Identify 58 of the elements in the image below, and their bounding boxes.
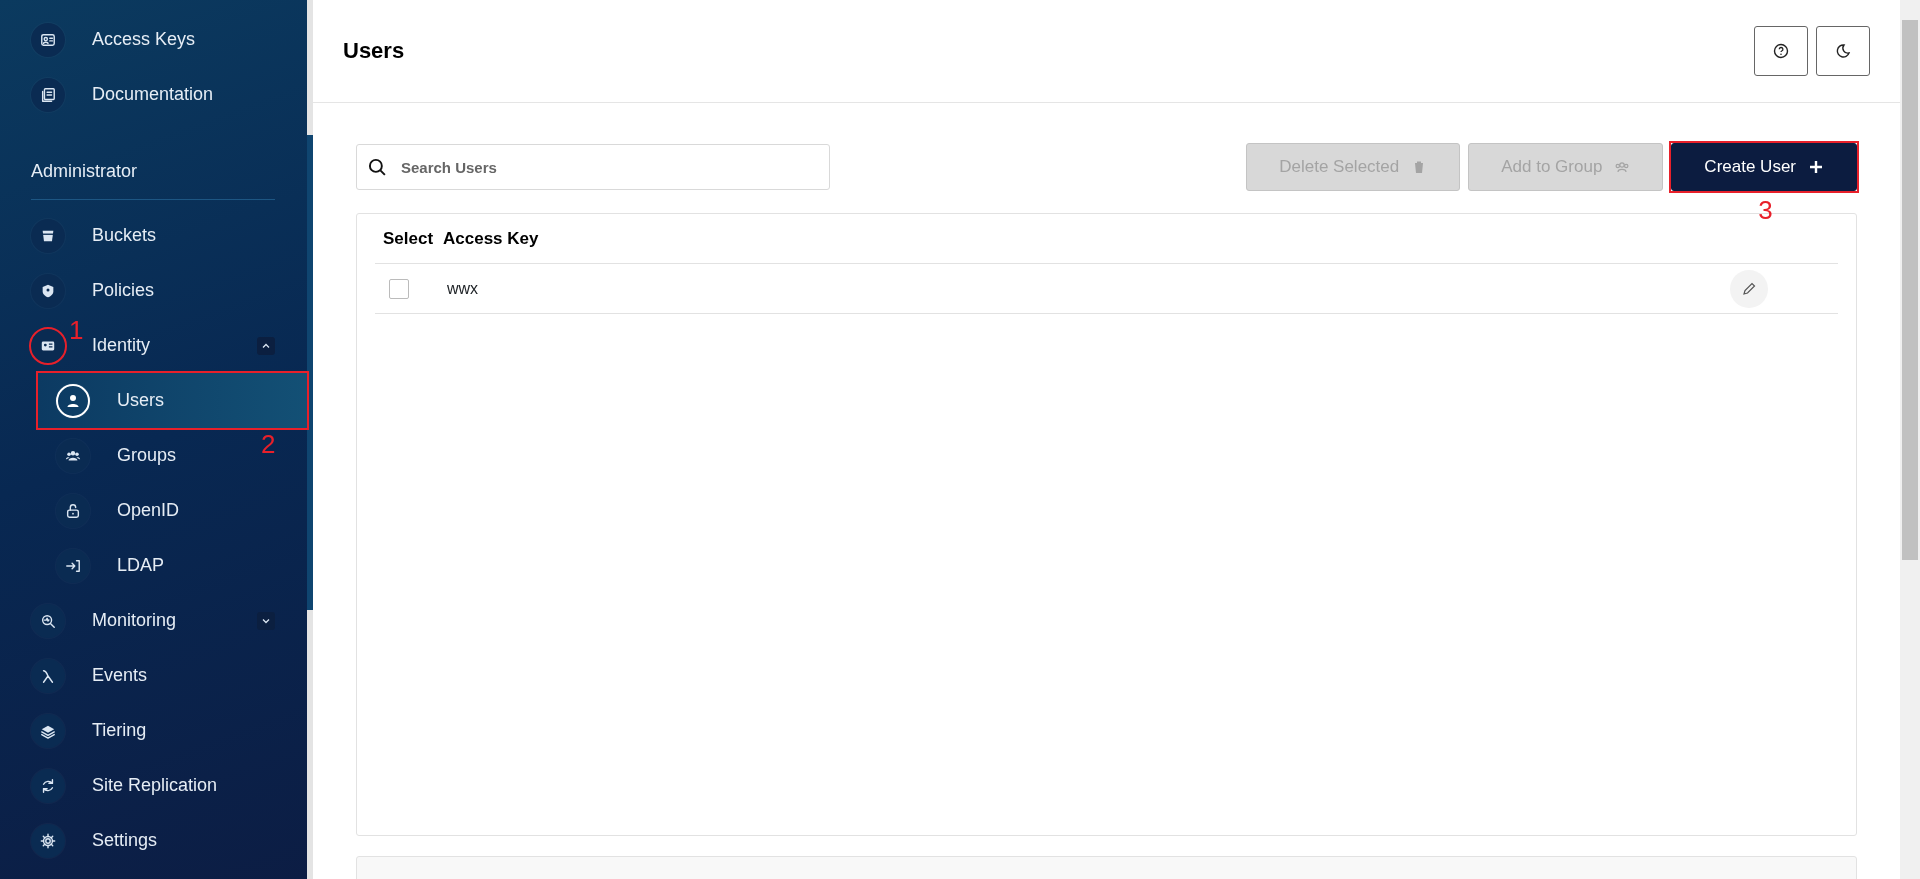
id-card-icon (40, 31, 56, 48)
padlock-icon (65, 502, 81, 519)
sidebar-label: Buckets (92, 224, 157, 247)
sidebar-label: Tiering (92, 719, 147, 742)
settings-icon (40, 832, 56, 849)
sidebar-item[interactable]: LDAP (0, 538, 307, 593)
sidebar-item[interactable]: Monitoring (0, 593, 307, 648)
edit-button[interactable] (1730, 269, 1768, 308)
plus-icon (1808, 159, 1824, 175)
help-button[interactable] (1754, 26, 1808, 76)
create-user-button[interactable]: Create User (1671, 143, 1857, 191)
annotation-number: 1 (69, 316, 84, 343)
chevron-up-icon[interactable] (257, 336, 275, 355)
sidebar-label: Groups (117, 444, 177, 467)
sidebar-label: Documentation (92, 83, 214, 106)
sidebar-item[interactable]: Policies (0, 263, 307, 318)
sidebar-label: Monitoring (92, 609, 177, 632)
chevron-down-icon[interactable] (257, 611, 275, 630)
people-icon (1614, 159, 1631, 175)
column-header: Select (382, 227, 435, 250)
sidebar-label: Settings (92, 829, 158, 852)
page-title: Users (343, 37, 405, 65)
sidebar-label: LDAP (117, 554, 165, 577)
sidebar-label: Identity (92, 334, 151, 357)
scrollbar[interactable] (1900, 0, 1920, 879)
magnifier-icon (40, 612, 56, 629)
checkbox[interactable] (389, 278, 409, 299)
theme-toggle-button[interactable] (1816, 26, 1870, 76)
lambda-icon (40, 667, 56, 684)
moon-icon (1835, 43, 1851, 59)
sidebar-label: OpenID (117, 499, 180, 522)
sync-icon (40, 777, 56, 794)
sidebar-label: Events (92, 664, 148, 687)
sidebar-item[interactable]: Settings (0, 813, 307, 868)
sidebar-item[interactable]: Site Replication (0, 758, 307, 813)
sidebar-item[interactable]: Documentation (0, 67, 307, 122)
search-field[interactable]: Search Users (356, 144, 830, 190)
sidebar-label: Policies (92, 279, 155, 302)
login-icon (65, 557, 81, 574)
table-cell-text: wwx (447, 278, 479, 299)
help-icon (1773, 43, 1789, 59)
annotation-number: 2 (261, 431, 276, 457)
sidebar-item[interactable]: Buckets (0, 208, 307, 263)
annotation-number: 3 (1758, 197, 1773, 223)
sidebar-label: Site Replication (92, 774, 218, 797)
sidebar-item[interactable]: Events (0, 648, 307, 703)
column-header: Access Key (443, 227, 539, 250)
sidebar-label: Access Keys (92, 28, 196, 51)
pencil-icon (1741, 280, 1757, 297)
sidebar-label: Users (117, 389, 164, 412)
annotation-circle (29, 326, 67, 365)
sidebar-item[interactable]: Users (38, 373, 307, 428)
document-icon (40, 86, 56, 103)
shield-icon (40, 282, 56, 299)
sidebar-item[interactable]: Tiering (0, 703, 307, 758)
sidebar-item[interactable]: Access Keys (0, 12, 307, 67)
sidebar-item[interactable]: OpenID (0, 483, 307, 538)
section-title: Administrator (31, 136, 275, 200)
